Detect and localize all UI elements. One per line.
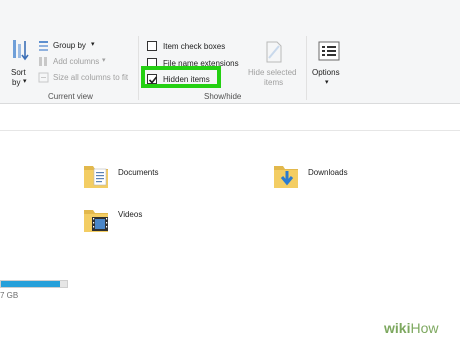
show-hide-caption: Show/hide xyxy=(204,92,242,101)
documents-folder[interactable]: Documents xyxy=(82,160,182,196)
group-separator xyxy=(306,36,307,100)
group-by-icon xyxy=(39,41,48,51)
hide-selected-label-2: items xyxy=(264,78,284,87)
drive-usage-fill xyxy=(1,281,61,287)
downloads-folder-icon xyxy=(274,166,298,188)
sort-by-button[interactable]: Sort by ▾ xyxy=(8,38,32,90)
size-columns-button[interactable]: Size all columns to fit xyxy=(38,72,138,84)
file-name: Videos xyxy=(118,210,143,219)
current-view-caption: Current view xyxy=(48,92,93,101)
add-columns-button[interactable]: Add columns ▾ xyxy=(38,56,128,68)
item-check-boxes-label: Item check boxes xyxy=(163,42,226,51)
size-columns-label: Size all columns to fit xyxy=(53,73,129,82)
videos-folder[interactable]: Videos xyxy=(82,204,182,240)
item-check-boxes-option[interactable]: Item check boxes xyxy=(147,40,237,52)
add-columns-label: Add columns xyxy=(53,57,100,66)
hide-selected-items-button[interactable]: Hide selected items xyxy=(244,38,304,88)
chevron-down-icon: ▾ xyxy=(23,78,27,85)
chevron-down-icon: ▾ xyxy=(102,57,106,64)
group-by-label: Group by xyxy=(53,41,86,50)
documents-folder-icon xyxy=(84,166,108,188)
options-icon xyxy=(318,41,340,61)
file-name: Downloads xyxy=(308,168,348,177)
options-button[interactable]: Options ▾ xyxy=(310,38,350,90)
group-separator xyxy=(138,36,139,100)
options-label: Options xyxy=(312,68,340,77)
watermark-text: wikiHow xyxy=(384,320,439,336)
drive-size-text: 7 GB xyxy=(0,291,19,300)
group-by-button[interactable]: Group by ▾ xyxy=(38,40,118,52)
highlight-box xyxy=(141,66,221,88)
drive-usage-bar xyxy=(0,280,68,288)
hide-selected-icon xyxy=(266,41,282,63)
address-area xyxy=(0,105,460,131)
videos-folder-icon xyxy=(84,210,108,232)
add-columns-icon xyxy=(39,57,47,66)
wikihow-watermark: wikiHow xyxy=(376,317,454,339)
chevron-down-icon: ▾ xyxy=(91,41,95,48)
chevron-down-icon: ▾ xyxy=(325,79,329,86)
size-columns-icon xyxy=(38,72,49,83)
hide-selected-label: Hide selected xyxy=(248,68,297,77)
sort-by-icon xyxy=(13,40,29,61)
sort-by-label-2: by xyxy=(12,78,21,87)
ribbon: Sort by ▾ Group by ▾ Add columns ▾ Size … xyxy=(0,0,460,104)
downloads-folder[interactable]: Downloads xyxy=(272,160,372,196)
file-name: Documents xyxy=(118,168,159,177)
sort-by-label: Sort xyxy=(11,68,26,77)
item-check-boxes-checkbox[interactable] xyxy=(147,41,157,51)
